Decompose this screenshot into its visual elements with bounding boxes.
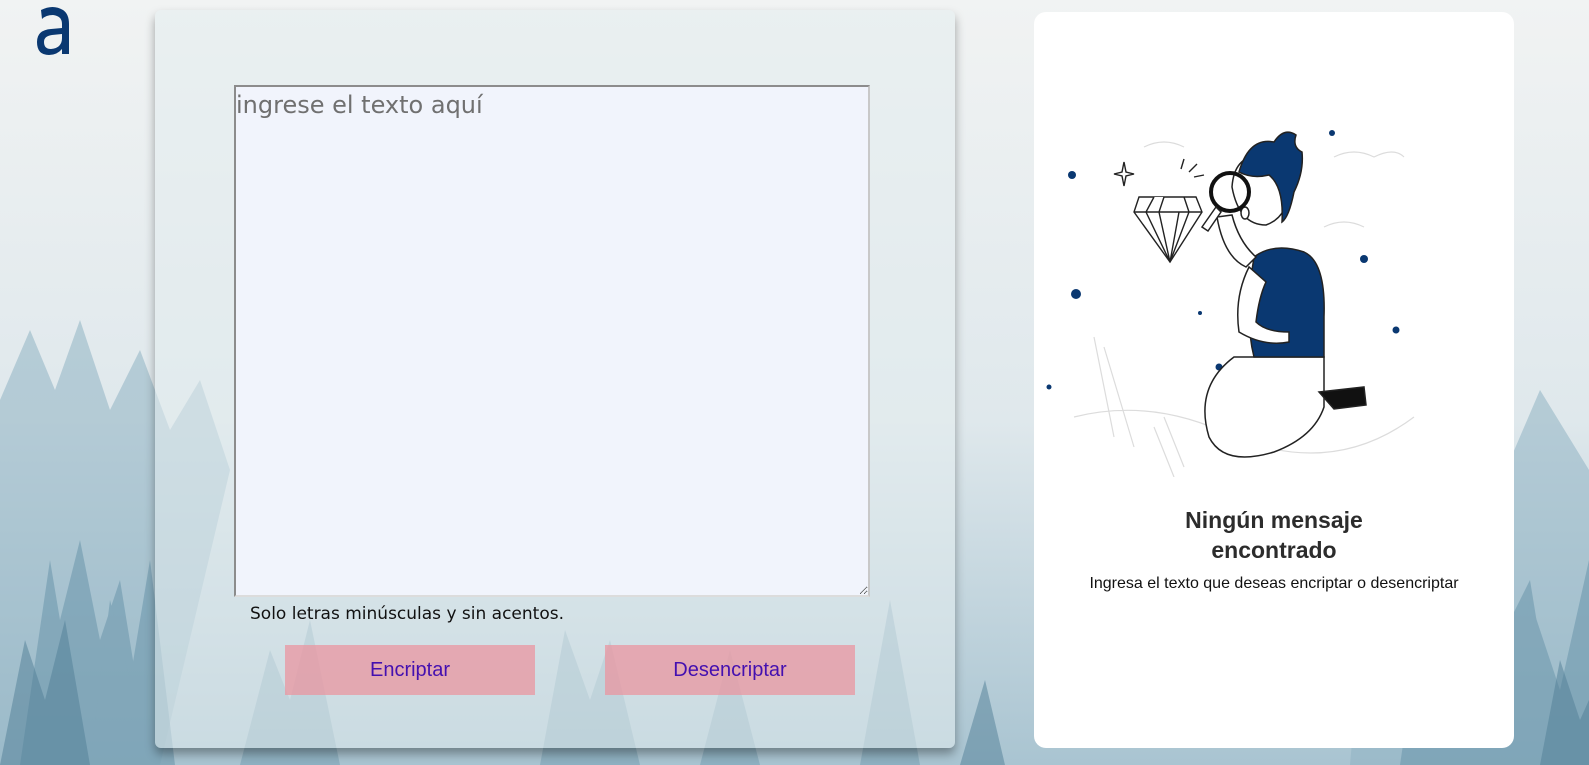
- alura-logo-icon[interactable]: [33, 4, 73, 56]
- output-title-line2: encontrado: [1211, 537, 1337, 563]
- input-hint: Solo letras minúsculas y sin acentos.: [250, 604, 564, 624]
- output-title: Ningún mensaje encontrado: [1034, 505, 1514, 565]
- person-with-magnifier-icon: [1046, 130, 1415, 477]
- output-title-line1: Ningún mensaje: [1185, 507, 1363, 533]
- output-subtitle: Ingresa el texto que deseas encriptar o …: [1089, 575, 1459, 592]
- text-input[interactable]: [234, 85, 870, 597]
- output-panel: Ningún mensaje encontrado Ingresa el tex…: [1034, 12, 1514, 748]
- decrypt-button[interactable]: Desencriptar: [605, 645, 855, 695]
- encrypt-button[interactable]: Encriptar: [285, 645, 535, 695]
